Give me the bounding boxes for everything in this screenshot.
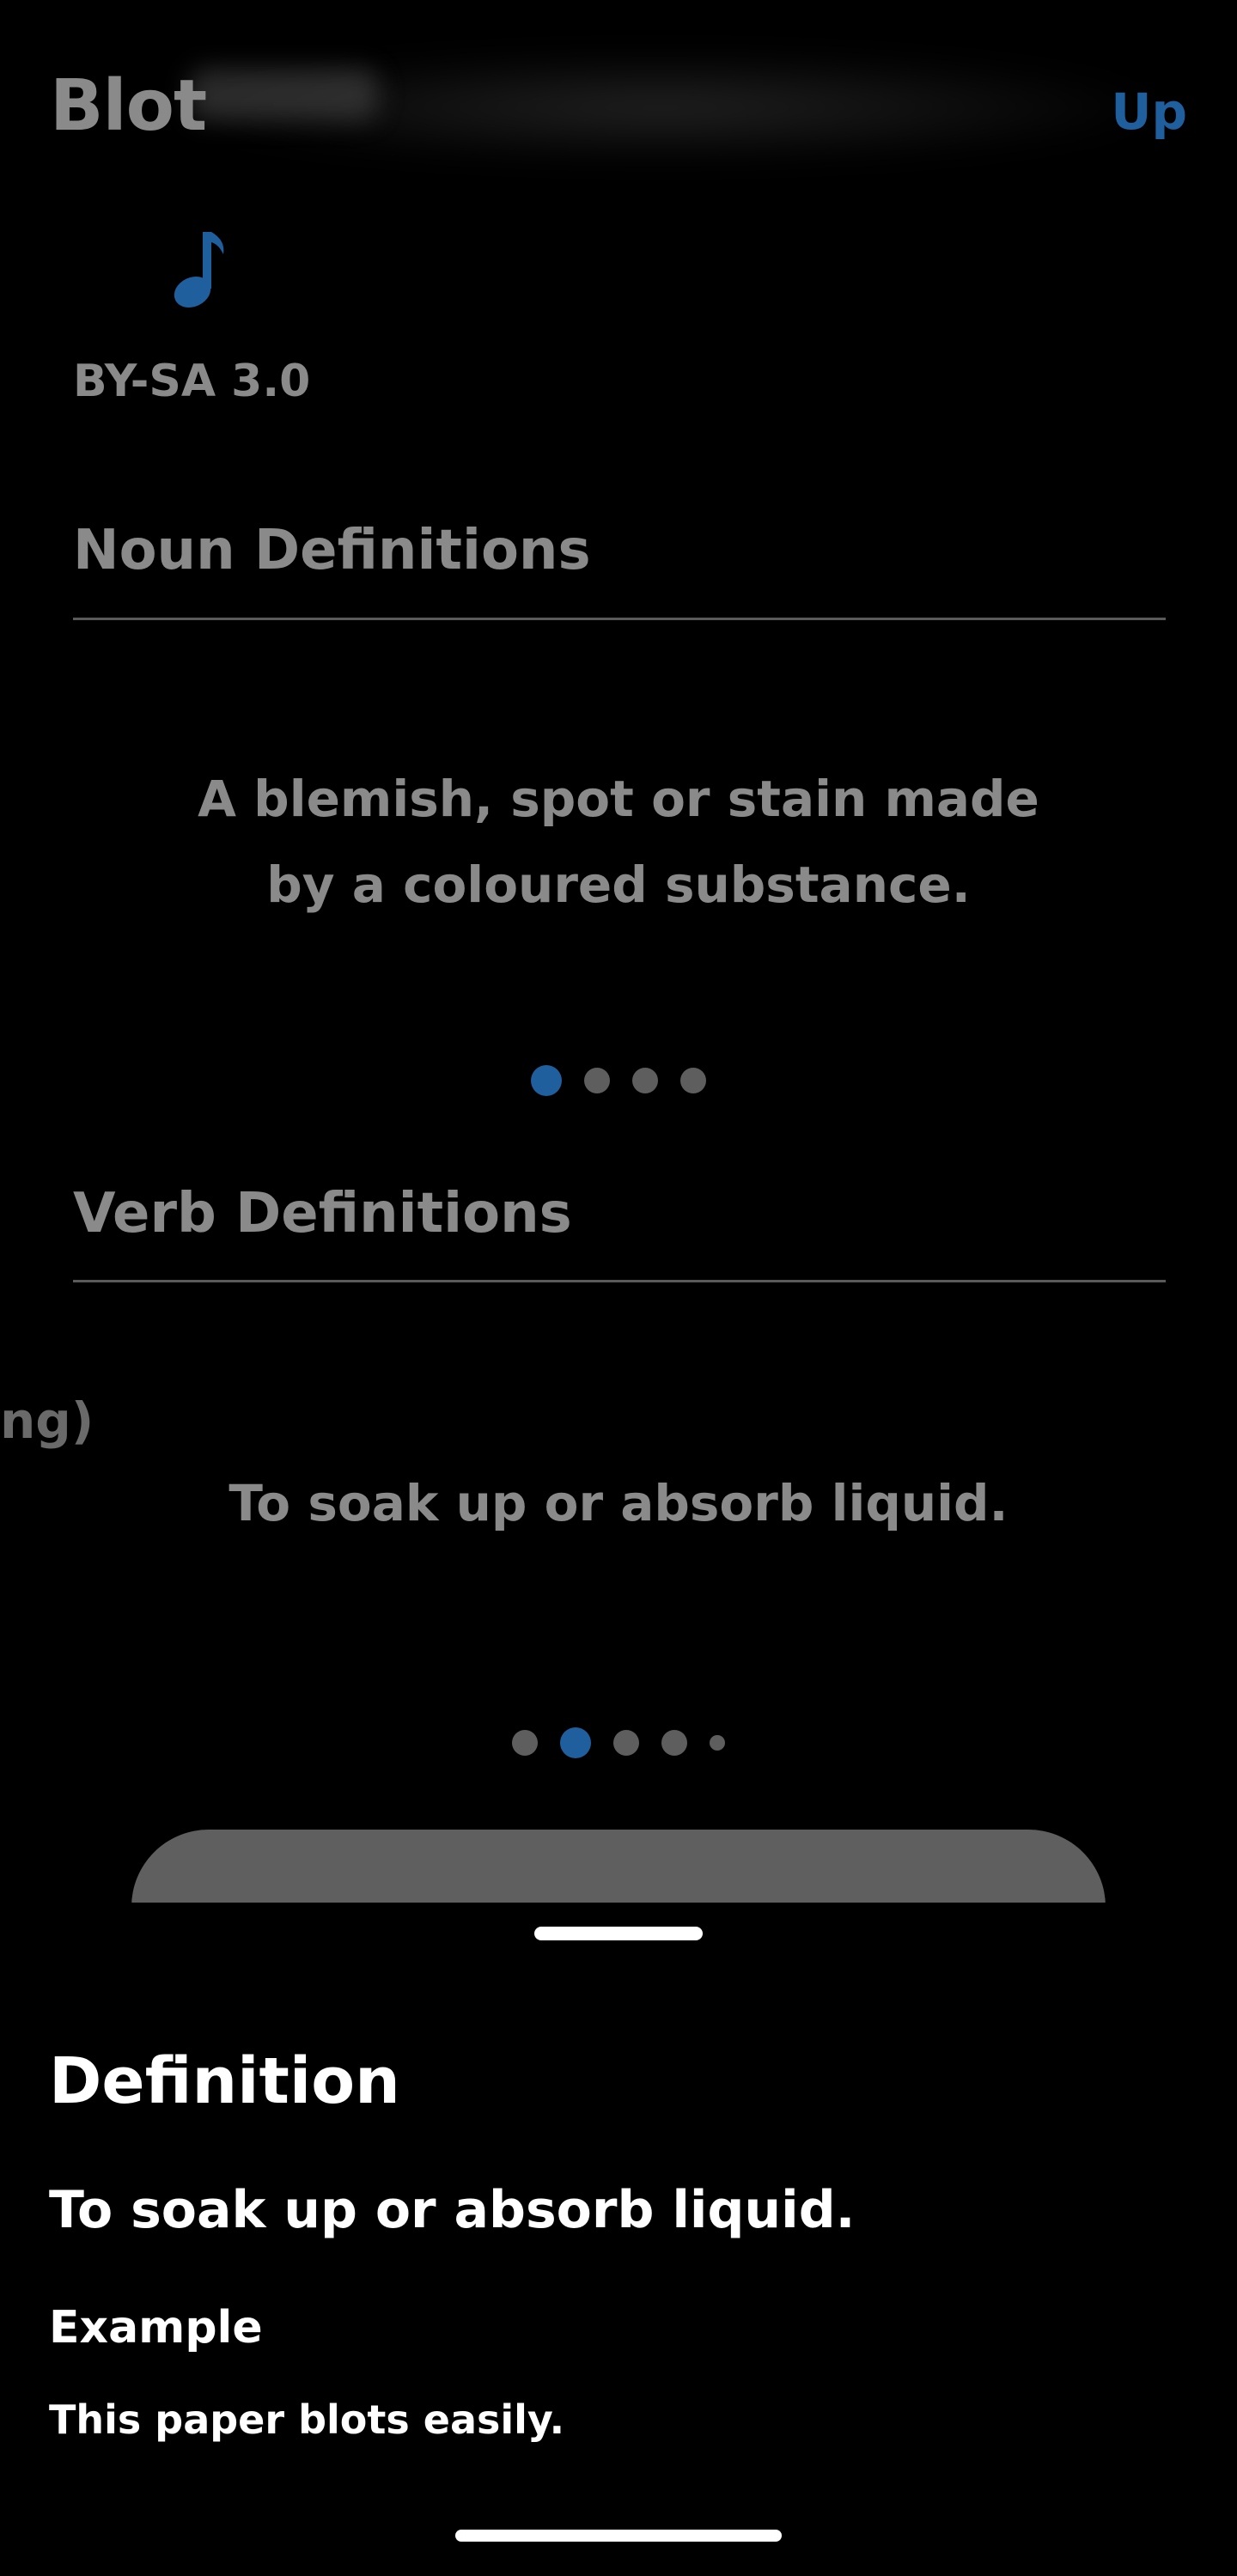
word-detail-background: Blot Up BY-SA 3.0 Noun Definitions A ble…: [0, 0, 1237, 1907]
word-title: Blot: [50, 65, 207, 147]
noun-definition-card[interactable]: A blemish, spot or stain made by a colou…: [0, 756, 1237, 928]
previous-card-fragment[interactable]: ng): [0, 1392, 94, 1450]
blurred-title-backdrop: [189, 69, 378, 120]
noun-definition-line-2: by a coloured substance.: [266, 856, 971, 914]
page-dot[interactable]: [531, 1065, 562, 1096]
verb-definitions-heading: Verb Definitions: [73, 1182, 572, 1245]
verb-divider: [73, 1280, 1166, 1282]
example-sentence: This paper blots easily.: [49, 2396, 565, 2443]
verb-definition-card[interactable]: To soak up or absorb liquid.: [0, 1460, 1237, 1546]
page-dot[interactable]: [560, 1727, 591, 1758]
noun-definition-line-1: A blemish, spot or stain made: [198, 770, 1039, 828]
music-note-icon[interactable]: [163, 228, 232, 314]
page-dot[interactable]: [584, 1068, 610, 1093]
action-card-edge: [131, 1830, 1106, 1907]
example-label: Example: [49, 2302, 263, 2354]
verb-page-indicator[interactable]: [0, 1727, 1237, 1758]
sheet-definition: To soak up or absorb liquid.: [49, 2180, 856, 2240]
page-dot[interactable]: [661, 1730, 687, 1756]
noun-definitions-heading: Noun Definitions: [73, 519, 591, 582]
noun-divider: [73, 618, 1166, 620]
license-label: BY-SA 3.0: [73, 356, 311, 407]
sheet-grabber-handle[interactable]: [534, 1927, 703, 1940]
page-dot[interactable]: [613, 1730, 639, 1756]
up-button[interactable]: Up: [1111, 82, 1187, 141]
page-dot[interactable]: [710, 1735, 725, 1751]
page-dot[interactable]: [632, 1068, 658, 1093]
home-indicator[interactable]: [455, 2530, 782, 2542]
page-dot[interactable]: [680, 1068, 706, 1093]
page-dot[interactable]: [512, 1730, 538, 1756]
sheet-title: Definition: [49, 2044, 400, 2118]
noun-page-indicator[interactable]: [0, 1065, 1237, 1096]
